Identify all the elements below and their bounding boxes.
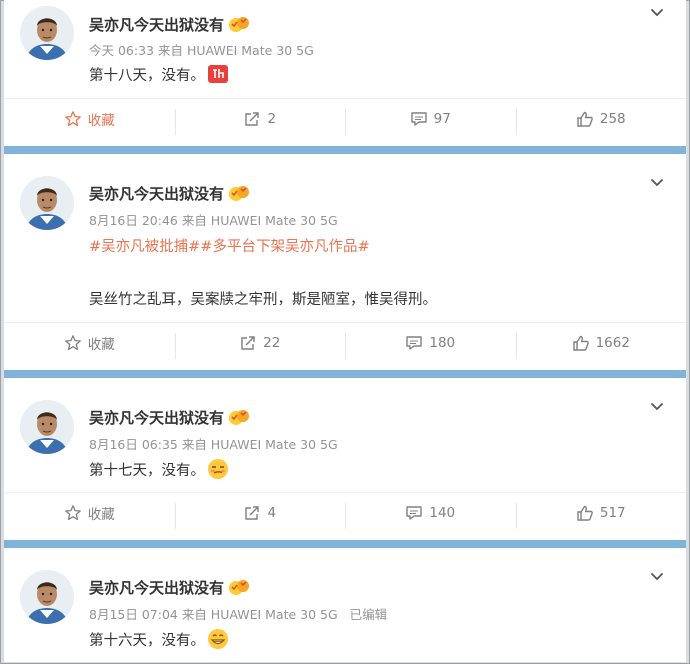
star-icon <box>64 504 82 522</box>
like-count: 517 <box>599 505 626 521</box>
avatar[interactable] <box>20 400 74 454</box>
user-name[interactable]: 吴亦凡今天出狱没有 <box>89 14 250 37</box>
comment-button[interactable]: 97 <box>345 99 516 139</box>
repost-icon <box>243 110 261 128</box>
vip-badge-icon <box>228 184 250 206</box>
user-name[interactable]: 吴亦凡今天出狱没有 <box>89 183 250 206</box>
post-text: 第十八天，没有。 <box>89 64 229 88</box>
ding-sticker-icon <box>207 64 229 88</box>
repost-icon <box>239 334 257 352</box>
avatar[interactable] <box>20 6 74 60</box>
user-name-text[interactable]: 吴亦凡今天出狱没有 <box>89 185 224 203</box>
star-icon <box>64 110 82 128</box>
like-count: 1662 <box>595 335 630 351</box>
favorite-button[interactable]: 收藏 <box>4 493 175 533</box>
post-separator <box>4 146 686 154</box>
repost-count: 22 <box>263 335 281 351</box>
repost-count: 4 <box>267 505 277 521</box>
user-name[interactable]: 吴亦凡今天出狱没有 <box>89 577 250 600</box>
weibo-post: 吴亦凡今天出狱没有 8月16日 06:35 来自 HUAWEI Mate 30 … <box>4 378 686 540</box>
like-button[interactable]: 517 <box>515 493 687 533</box>
star-icon <box>64 334 82 352</box>
post-meta: 8月15日 07:04 来自 HUAWEI Mate 30 5G 已编辑 <box>89 607 388 622</box>
weibo-post: 吴亦凡今天出狱没有 今天 06:33 来自 HUAWEI Mate 30 5G … <box>4 0 686 146</box>
user-name-text[interactable]: 吴亦凡今天出狱没有 <box>89 409 224 427</box>
avatar[interactable] <box>20 176 74 230</box>
weibo-post: 吴亦凡今天出狱没有 8月15日 07:04 来自 HUAWEI Mate 30 … <box>4 548 686 662</box>
grin-emoji-icon <box>207 628 229 654</box>
post-separator <box>4 370 686 378</box>
post-text-content: 第十七天，没有。 <box>89 463 205 479</box>
favorite-button[interactable]: 收藏 <box>4 323 175 363</box>
repost-icon <box>243 504 261 522</box>
chevron-down-icon[interactable] <box>648 568 666 586</box>
topic-tags[interactable]: #吴亦凡被批捕##多平台下架吴亦凡作品# <box>89 235 370 256</box>
post-meta: 8月16日 06:35 来自 HUAWEI Mate 30 5G <box>89 437 338 452</box>
like-button[interactable]: 1662 <box>515 323 687 363</box>
thumbs-up-icon <box>576 504 594 522</box>
favorite-label: 收藏 <box>87 113 115 129</box>
repost-button[interactable]: 22 <box>174 323 346 363</box>
vip-badge-icon <box>228 15 250 37</box>
smirk-emoji-icon <box>207 458 229 484</box>
comment-icon <box>405 504 423 522</box>
comment-button[interactable]: 180 <box>345 323 516 363</box>
chevron-down-icon[interactable] <box>648 4 666 22</box>
thumbs-up-icon <box>576 110 594 128</box>
favorite-label: 收藏 <box>87 337 115 353</box>
repost-button[interactable]: 4 <box>174 493 346 533</box>
favorite-button[interactable]: 收藏 <box>4 99 175 139</box>
post-meta: 8月16日 20:46 来自 HUAWEI Mate 30 5G <box>89 213 338 228</box>
post-text: 第十六天，没有。 <box>89 628 229 654</box>
vip-badge-icon <box>228 578 250 600</box>
repost-button[interactable]: 2 <box>174 99 346 139</box>
post-text: 第十七天，没有。 <box>89 458 229 484</box>
post-text-content: 第十六天，没有。 <box>89 633 205 649</box>
avatar[interactable] <box>20 570 74 624</box>
comment-count: 180 <box>429 335 456 351</box>
vip-badge-icon <box>228 408 250 430</box>
post-actions: 收藏 2 97 258 <box>4 98 686 139</box>
post-text: 吴丝竹之乱耳，吴案牍之牢刑，斯是陋室，惟吴得刑。 <box>89 292 437 308</box>
user-name-text[interactable]: 吴亦凡今天出狱没有 <box>89 16 224 34</box>
like-button[interactable]: 258 <box>515 99 687 139</box>
comment-icon <box>410 110 428 128</box>
thumbs-up-icon <box>572 334 590 352</box>
comment-button[interactable]: 140 <box>345 493 516 533</box>
comment-count: 97 <box>433 111 451 127</box>
weibo-post: 吴亦凡今天出狱没有 8月16日 20:46 来自 HUAWEI Mate 30 … <box>4 154 686 370</box>
chevron-down-icon[interactable] <box>648 398 666 416</box>
favorite-label: 收藏 <box>87 507 115 523</box>
post-meta: 今天 06:33 来自 HUAWEI Mate 30 5G <box>89 43 314 58</box>
like-count: 258 <box>599 111 626 127</box>
comment-count: 140 <box>429 505 456 521</box>
user-name-text[interactable]: 吴亦凡今天出狱没有 <box>89 579 224 597</box>
user-name[interactable]: 吴亦凡今天出狱没有 <box>89 407 250 430</box>
post-text-content: 第十八天，没有。 <box>89 68 205 84</box>
chevron-down-icon[interactable] <box>648 174 666 192</box>
repost-count: 2 <box>267 111 277 127</box>
post-separator <box>4 540 686 548</box>
post-actions: 收藏 4 140 517 <box>4 492 686 533</box>
comment-icon <box>405 334 423 352</box>
post-actions: 收藏 22 180 1662 <box>4 322 686 363</box>
